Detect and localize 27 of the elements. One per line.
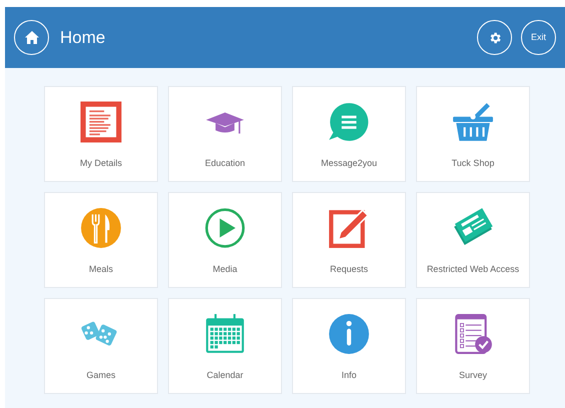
fork-knife-icon (80, 207, 122, 249)
menu-tile[interactable]: Tuck Shop (416, 86, 530, 182)
menu-tile[interactable]: Info (292, 298, 406, 394)
settings-button[interactable] (477, 20, 512, 55)
home-button[interactable] (14, 20, 49, 55)
chat-bubble-icon (328, 101, 370, 143)
menu-tile[interactable]: Education (168, 86, 282, 182)
menu-tile[interactable]: Message2you (292, 86, 406, 182)
exit-button[interactable]: Exit (521, 20, 556, 55)
info-icon (328, 313, 370, 355)
calendar-icon (204, 313, 246, 355)
document-icon (80, 101, 122, 143)
play-icon (204, 207, 246, 249)
page-title: Home (60, 26, 106, 49)
menu-tile[interactable]: Requests (292, 192, 406, 288)
menu-tile[interactable]: Games (44, 298, 158, 394)
menu-tile[interactable]: Restricted Web Access (416, 192, 530, 288)
clipboard-check-icon (452, 313, 494, 355)
home-icon (24, 31, 38, 44)
menu-tile[interactable]: Media (168, 192, 282, 288)
menu-tile[interactable]: My Details (44, 86, 158, 182)
basket-icon (452, 101, 494, 143)
menu-tile[interactable]: Meals (44, 192, 158, 288)
pencil-edit-icon (328, 207, 370, 249)
menu-tile[interactable]: Survey (416, 298, 530, 394)
settings-icon (488, 30, 502, 44)
menu-tile[interactable]: Calendar (168, 298, 282, 394)
